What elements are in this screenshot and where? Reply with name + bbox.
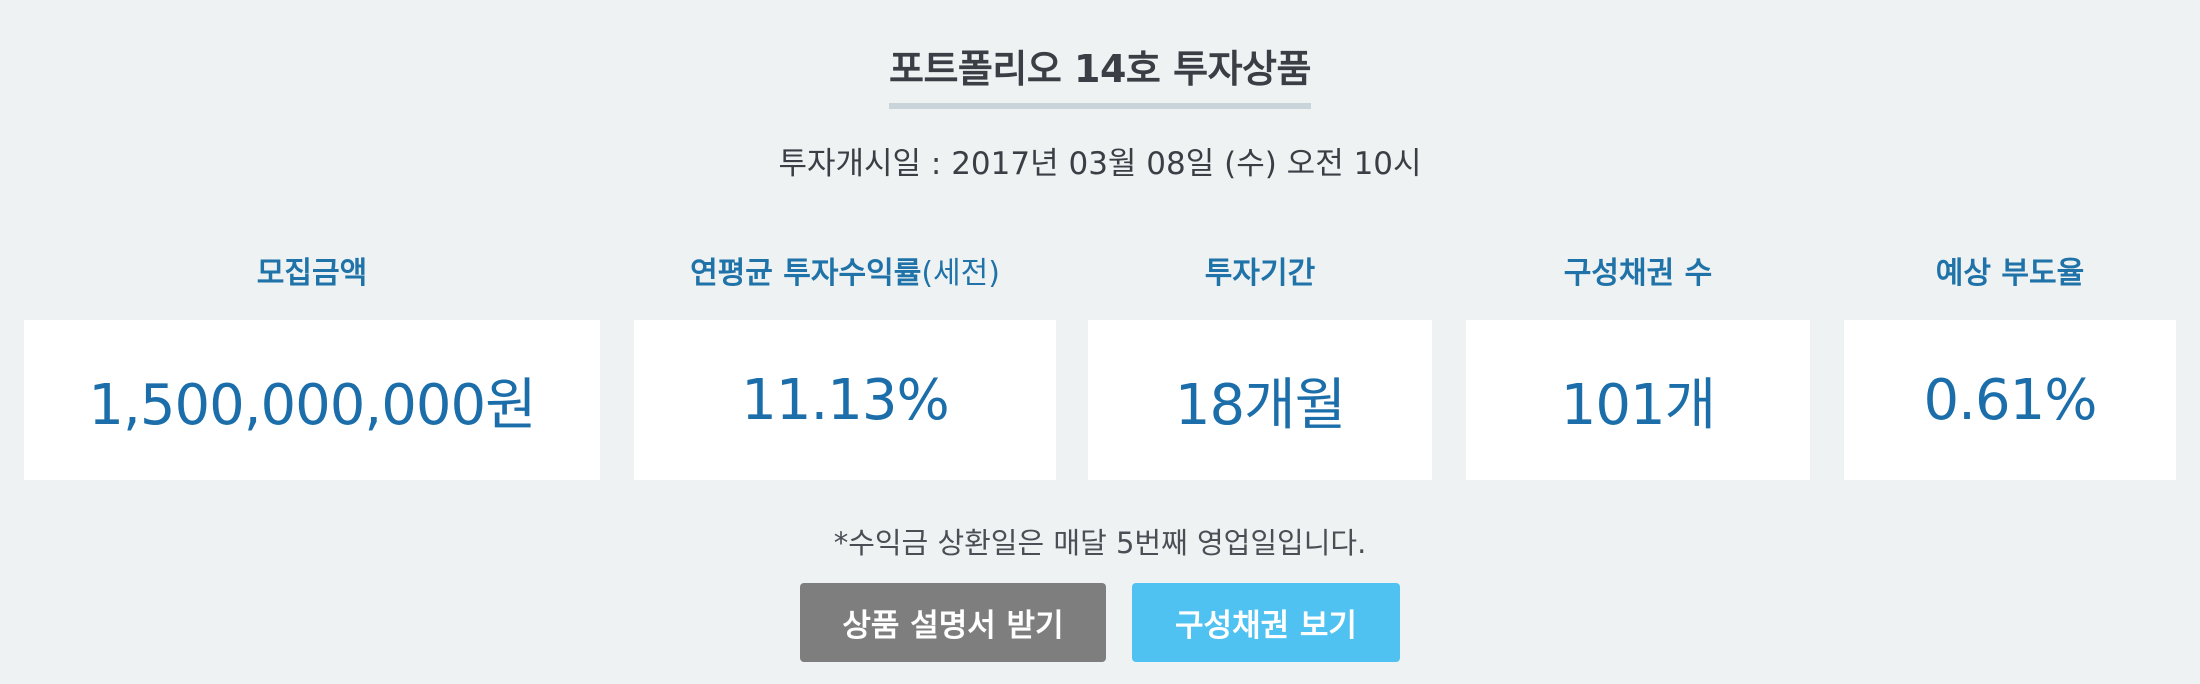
stat-value-box: 18개월 — [1088, 320, 1432, 480]
stat-label: 모집금액 — [24, 250, 600, 298]
download-prospectus-button[interactable]: 상품 설명서 받기 — [800, 583, 1106, 662]
stat-bond-count: 구성채권 수 101개 — [1466, 250, 1810, 480]
stat-recruitment-amount: 모집금액 1,500,000,000원 — [24, 250, 600, 480]
stat-value-box: 0.61% — [1844, 320, 2176, 480]
stat-default-rate: 예상 부도율 0.61% — [1844, 250, 2176, 480]
stat-label: 연평균 투자수익률(세전) — [634, 250, 1056, 298]
stat-label: 투자기간 — [1088, 250, 1432, 298]
stat-value: 0.61% — [1923, 367, 2098, 433]
stat-label: 예상 부도율 — [1844, 250, 2176, 298]
stat-label-text: 구성채권 수 — [1563, 256, 1713, 291]
stat-label-text: 투자기간 — [1204, 256, 1316, 291]
investment-start-date: 투자개시일 : 2017년 03월 08일 (수) 오전 10시 — [778, 146, 1422, 182]
page-title: 포트폴리오 14호 투자상품 — [889, 38, 1311, 109]
stat-value: 1,500,000,000원 — [88, 372, 536, 438]
stat-value-box: 1,500,000,000원 — [24, 320, 600, 480]
stat-investment-period: 투자기간 18개월 — [1088, 250, 1432, 480]
view-bonds-button[interactable]: 구성채권 보기 — [1132, 583, 1400, 662]
download-prospectus-button-label: 상품 설명서 받기 — [842, 608, 1064, 644]
view-bonds-button-label: 구성채권 보기 — [1175, 608, 1357, 644]
stat-annual-return: 연평균 투자수익률(세전) 11.13% — [634, 250, 1056, 480]
stat-label-text: 예상 부도율 — [1935, 256, 2085, 291]
stat-label-text: 연평균 투자수익률 — [690, 256, 922, 291]
stat-label: 구성채권 수 — [1466, 250, 1810, 298]
stat-label-suffix: (세전) — [921, 256, 1000, 291]
stat-value: 11.13% — [741, 367, 950, 433]
stat-label-text: 모집금액 — [256, 256, 368, 291]
stat-value: 101개 — [1560, 372, 1716, 438]
stat-value-box: 101개 — [1466, 320, 1810, 480]
stat-value-box: 11.13% — [634, 320, 1056, 480]
stat-value: 18개월 — [1174, 372, 1346, 438]
title-wrapper: 포트폴리오 14호 투자상품 — [0, 38, 2200, 109]
repayment-note: *수익금 상환일은 매달 5번째 영업일입니다. — [833, 526, 1367, 560]
